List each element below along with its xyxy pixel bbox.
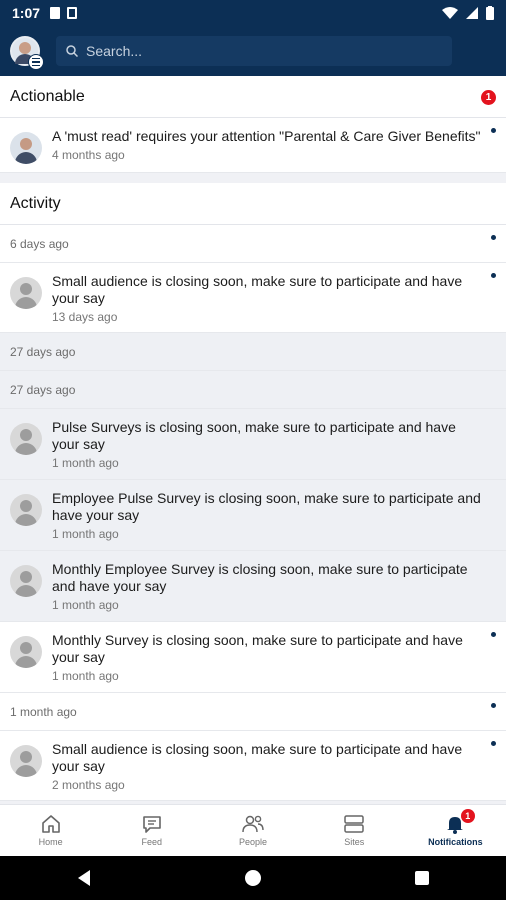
activity-title: Activity <box>10 194 61 212</box>
sender-avatar <box>10 277 42 309</box>
nav-label: Sites <box>344 837 365 847</box>
notification-text: Monthly Survey is closing soon, make sur… <box>52 632 463 665</box>
date-divider: 27 days ago <box>0 371 506 409</box>
date-divider: 6 days ago <box>0 225 506 263</box>
home-icon <box>41 815 60 833</box>
app-header: Search... <box>0 26 506 76</box>
date-label: 1 month ago <box>10 704 77 719</box>
search-placeholder: Search... <box>86 43 143 59</box>
recents-icon[interactable] <box>414 870 430 886</box>
sender-avatar <box>10 494 42 526</box>
nav-label: Feed <box>141 837 163 847</box>
actionable-title: Actionable <box>10 87 85 105</box>
search-icon <box>66 45 78 57</box>
nav-notifications[interactable]: 1 Notifications <box>405 805 506 856</box>
date-divider: 27 days ago <box>0 333 506 371</box>
list-item[interactable]: Small audience is closing soon, make sur… <box>0 263 506 333</box>
date-label: 27 days ago <box>10 382 76 397</box>
unread-dot <box>491 235 496 240</box>
storage-icon <box>67 7 78 19</box>
unread-dot <box>491 741 496 746</box>
actionable-count-badge: 1 <box>481 90 496 105</box>
notification-time: 1 month ago <box>52 527 119 541</box>
notifications-list[interactable]: Actionable 1 A 'must read' requires your… <box>0 76 506 804</box>
date-label: 6 days ago <box>10 236 69 251</box>
nav-sites[interactable]: Sites <box>304 805 405 856</box>
wifi-icon <box>442 7 458 19</box>
sender-avatar <box>10 565 42 597</box>
home-circle-icon[interactable] <box>244 869 262 887</box>
nav-home[interactable]: Home <box>0 805 101 856</box>
date-label: 27 days ago <box>10 344 76 359</box>
sites-icon <box>344 815 364 833</box>
nav-feed[interactable]: Feed <box>101 805 202 856</box>
sender-avatar <box>10 745 42 777</box>
feed-icon <box>142 816 161 833</box>
list-item[interactable]: Monthly Employee Survey is closing soon,… <box>0 551 506 622</box>
sender-avatar <box>10 423 42 455</box>
notification-text: Small audience is closing soon, make sur… <box>52 273 463 306</box>
sender-avatar <box>10 636 42 668</box>
nav-label: Home <box>38 837 63 847</box>
notification-text: Pulse Surveys is closing soon, make sure… <box>52 419 456 452</box>
back-icon[interactable] <box>76 869 92 887</box>
nav-people[interactable]: People <box>202 805 303 856</box>
signal-icon <box>466 7 478 19</box>
notification-text: A 'must read' requires your attention "P… <box>52 128 481 144</box>
notification-time: 4 months ago <box>52 148 125 162</box>
notification-time: 13 days ago <box>52 310 118 324</box>
list-item[interactable]: A 'must read' requires your attention "P… <box>0 118 506 173</box>
search-input[interactable]: Search... <box>56 36 452 66</box>
avatar-face <box>19 42 31 54</box>
list-item[interactable]: Pulse Surveys is closing soon, make sure… <box>0 409 506 480</box>
battery-icon <box>486 6 494 20</box>
notification-text: Small audience is closing soon, make sur… <box>52 741 463 774</box>
status-time: 1:07 <box>12 5 41 21</box>
notification-time: 1 month ago <box>52 669 119 683</box>
notification-text: Monthly Employee Survey is closing soon,… <box>52 561 468 594</box>
notification-text: Employee Pulse Survey is closing soon, m… <box>52 490 481 523</box>
section-gap <box>0 173 506 183</box>
list-item[interactable]: Monthly Survey is closing soon, make sur… <box>0 622 506 693</box>
notifications-badge: 1 <box>460 809 475 823</box>
bottom-nav: Home Feed People Sites 1 Notifications <box>0 804 506 856</box>
actionable-header: Actionable 1 <box>0 76 506 118</box>
sender-avatar <box>10 132 42 164</box>
people-icon <box>242 815 264 833</box>
status-bar: 1:07 <box>0 0 506 26</box>
system-nav-bar <box>0 856 506 900</box>
notification-icon <box>50 7 61 19</box>
unread-dot <box>491 128 496 133</box>
nav-label: Notifications <box>428 837 483 847</box>
unread-dot <box>491 632 496 637</box>
notification-time: 2 months ago <box>52 778 125 792</box>
profile-avatar[interactable] <box>10 36 44 70</box>
notification-time: 1 month ago <box>52 598 119 612</box>
notification-time: 1 month ago <box>52 456 119 470</box>
unread-dot <box>491 703 496 708</box>
unread-dot <box>491 273 496 278</box>
activity-header: Activity <box>0 183 506 225</box>
menu-icon[interactable] <box>28 54 44 70</box>
nav-label: People <box>238 837 268 847</box>
list-item[interactable]: Employee Pulse Survey is closing soon, m… <box>0 480 506 551</box>
date-divider: 1 month ago <box>0 693 506 731</box>
list-item[interactable]: Small audience is closing soon, make sur… <box>0 731 506 801</box>
